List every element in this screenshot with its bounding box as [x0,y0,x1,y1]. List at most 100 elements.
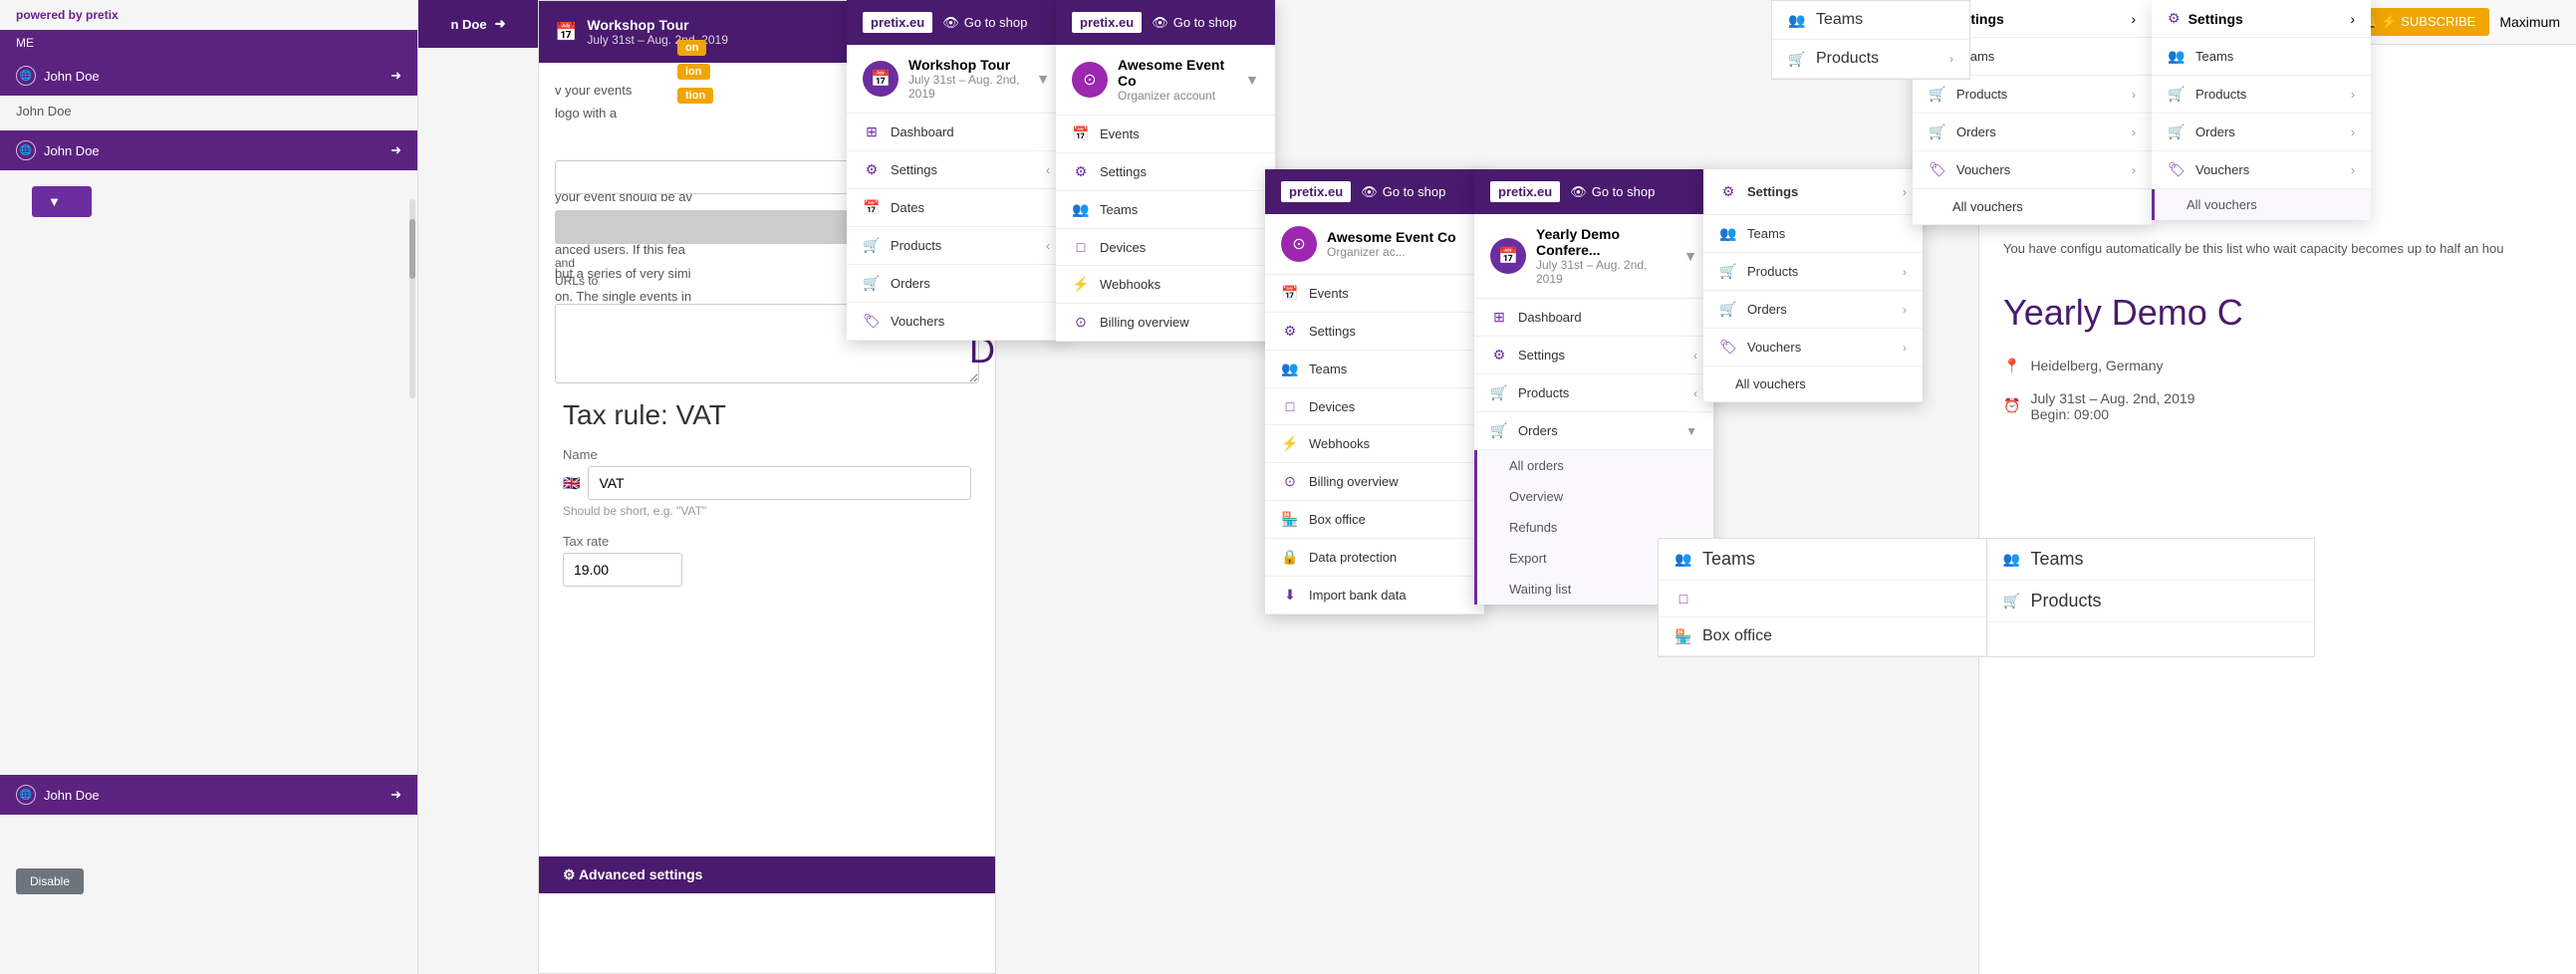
pretix-logo-4[interactable]: pretix.eu [1490,181,1560,202]
nav-panel-1: pretix.eu 👁 Go to shop 📅 Workshop Tour J… [847,0,1066,341]
advanced-settings-bar[interactable]: ⚙ Advanced settings [539,856,995,893]
menu-item-teams-3[interactable]: 👥 Teams [1265,351,1484,388]
menu-item-webhooks-2[interactable]: ⚡ Webhooks [1056,266,1275,304]
workshop-name: Workshop Tour [908,57,1026,73]
menu-products-6[interactable]: 🛒 Products › [1913,76,2152,114]
goto-shop-btn-4[interactable]: 👁 Go to shop [1570,184,1655,200]
orders-label-fr: Orders [2195,124,2235,139]
menu-teams-fr[interactable]: 👥 Teams [2152,38,2371,76]
tax-rate-input[interactable] [563,553,682,587]
chevron-down-icon-2[interactable]: ▼ [1245,72,1259,88]
menu-boxoffice-bl[interactable]: 🏪 Box office [1659,617,1986,656]
goto-shop-btn-3[interactable]: 👁 Go to shop [1361,184,1445,200]
menu-item-dashboard-1[interactable]: ⊞ Dashboard [847,114,1066,151]
arrow-icon-3[interactable]: ➜ [390,787,401,803]
pretix-logo-3[interactable]: pretix.eu [1281,181,1351,202]
awesome-sub: Organizer account [1118,89,1235,103]
menu-item-devices-3[interactable]: □ Devices [1265,388,1484,425]
pretix-logo-1[interactable]: pretix.eu [863,12,932,33]
menu-item-events-2[interactable]: 📅 Events [1056,116,1275,153]
menu-item-vouchers-1[interactable]: 🏷 Vouchers [847,303,1066,341]
user-row-3[interactable]: 🌐 John Doe ➜ [0,130,417,170]
menu-orders-6[interactable]: 🛒 Orders › [1913,114,2152,151]
chevron-down-icon-4[interactable]: ▼ [1683,248,1697,264]
display-name-row: John Doe [0,96,417,126]
menu-item-billing-3[interactable]: ⊙ Billing overview [1265,463,1484,501]
panel-4-event: 📅 Yearly Demo Confere... July 31st – Aug… [1474,214,1713,299]
submenu-all-orders-4[interactable]: All orders [1477,450,1713,481]
menu-item-teams-2[interactable]: 👥 Teams [1056,191,1275,229]
menu-orders-5[interactable]: 🛒 Orders › [1703,291,1923,329]
menu-allvouchers-6[interactable]: All vouchers [1913,189,2152,225]
menu-teams-bl[interactable]: 👥 Teams [1659,539,1986,581]
menu-item-products-1[interactable]: 🛒 Products ‹ [847,227,1066,265]
menu-item-dataprotect-3[interactable]: 🔒 Data protection [1265,539,1484,577]
menu-item-settings-3[interactable]: ⚙ Settings [1265,313,1484,351]
billing-icon-2: ⊙ [1072,314,1090,331]
panel-5-header-row: ⚙ Settings › [1703,169,1923,215]
products-label-1: Products [891,238,941,253]
menu-vouchers-6[interactable]: 🏷 Vouchers › [1913,151,2152,189]
chevron-settings-1: ‹ [1046,163,1050,177]
menu-item-settings-4[interactable]: ⚙ Settings ‹ [1474,337,1713,374]
menu-item-billing-2[interactable]: ⊙ Billing overview [1056,304,1275,342]
chevron-fr[interactable]: › [2350,11,2355,27]
products-label-6: Products [1956,87,2007,102]
dates-label-1: Dates [891,200,924,215]
all-vouchers-sub-fr[interactable]: All vouchers [2155,189,2371,220]
name-input[interactable] [588,466,971,500]
tag-on: on [677,38,706,54]
scrollbar[interactable] [409,199,415,398]
teams-icon-br: 👥 [2003,551,2021,568]
menu-item-orders-1[interactable]: 🛒 Orders [847,265,1066,303]
advanced-label: Advanced settings [579,866,702,882]
menu-products-fr[interactable]: 🛒 Products › [2152,76,2371,114]
menu-item-settings-1[interactable]: ⚙ Settings ‹ [847,151,1066,189]
menu-devices-bl[interactable]: □ [1659,581,1986,617]
menu-teams-5[interactable]: 👥 Teams [1703,215,1923,253]
chevron-close-6[interactable]: › [2131,11,2136,27]
menu-teams-top[interactable]: 👥 Teams [1772,1,1969,40]
menu-item-orders-4[interactable]: 🛒 Orders ▼ [1474,412,1713,450]
menu-item-boxoffice-3[interactable]: 🏪 Box office [1265,501,1484,539]
menu-teams-br[interactable]: 👥 Teams [1987,539,2315,581]
tag-ion: ion [677,62,710,78]
chevron-down-icon-1[interactable]: ▼ [1036,71,1050,87]
orders-label-4: Orders [1518,423,1558,438]
menu-item-events-3[interactable]: 📅 Events [1265,275,1484,313]
chevron-close-5[interactable]: › [1903,185,1907,199]
goto-shop-btn-1[interactable]: 👁 Go to shop [942,15,1027,31]
event-time: Begin: 09:00 [2030,406,2194,422]
menu-item-products-4[interactable]: 🛒 Products ‹ [1474,374,1713,412]
menu-item-webhooks-3[interactable]: ⚡ Webhooks [1265,425,1484,463]
products-label-5: Products [1747,264,1798,279]
menu-item-settings-2[interactable]: ⚙ Settings [1056,153,1275,191]
nav-arrow[interactable]: ➜ [495,16,506,32]
user-row-2[interactable]: 🌐 John Doe ➜ [0,56,417,96]
menu-vouchers-fr[interactable]: 🏷 Vouchers › [2152,151,2371,189]
teams-icon-top: 👥 [1788,12,1806,29]
menu-allvouchers-5[interactable]: All vouchers [1703,366,1923,402]
goto-shop-btn-2[interactable]: 👁 Go to shop [1152,15,1236,31]
menu-item-devices-2[interactable]: □ Devices [1056,229,1275,266]
vouchers-icon-1: 🏷 [863,313,881,330]
boxoffice-icon-bl: 🏪 [1674,628,1692,645]
menu-orders-fr[interactable]: 🛒 Orders › [2152,114,2371,151]
panel-3-event: ⊙ Awesome Event Co Organizer ac... [1265,214,1484,275]
menu-products-top[interactable]: 🛒 Products › [1772,40,1969,79]
menu-item-dashboard-4[interactable]: ⊞ Dashboard [1474,299,1713,337]
menu-item-dates-1[interactable]: 📅 Dates [847,189,1066,227]
filter-button[interactable]: ▼ [32,186,92,217]
menu-products-5[interactable]: 🛒 Products › [1703,253,1923,291]
all-vouchers-label-5: All vouchers [1735,376,1806,391]
menu-vouchers-5[interactable]: 🏷 Vouchers › [1703,329,1923,366]
submenu-overview-4[interactable]: Overview [1477,481,1713,512]
pretix-logo-2[interactable]: pretix.eu [1072,12,1142,33]
boxoffice-label-3: Box office [1309,512,1366,527]
arrow-icon-2[interactable]: ➜ [390,142,401,158]
arrow-right-icon[interactable]: ➜ [390,68,401,84]
menu-item-import-3[interactable]: ⬇ Import bank data [1265,577,1484,614]
user-row-4[interactable]: 🌐 John Doe ➜ [0,775,417,815]
menu-products-br[interactable]: 🛒 Products [1987,581,2315,622]
disable-button[interactable]: Disable [16,868,84,894]
